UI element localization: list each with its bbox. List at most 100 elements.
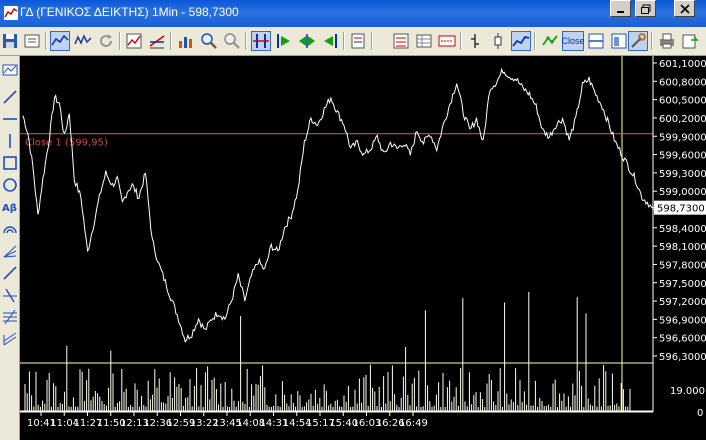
toolbar-separator (343, 32, 345, 50)
mini-chart-icon (2, 64, 18, 76)
refresh-icon (100, 34, 112, 47)
rectangle-icon (3, 156, 17, 170)
layout-button[interactable] (609, 31, 629, 51)
zoom-in-button[interactable] (199, 31, 219, 51)
price-series-line (22, 67, 662, 343)
zoom-out-icon (224, 33, 240, 49)
minimize-button[interactable] (610, 0, 631, 17)
drawing-tool-trendline[interactable] (1, 88, 19, 106)
play-pair-button[interactable] (297, 31, 317, 51)
trend-icon (542, 35, 558, 46)
ohlc-button[interactable] (488, 31, 508, 51)
toolbar-separator (45, 32, 47, 50)
trend-button[interactable] (540, 31, 560, 51)
close-reference-label: Close 1 (599,95) (25, 138, 108, 149)
fan-icon (3, 245, 17, 258)
toolbar-separator (371, 32, 373, 50)
toolbar-separator (534, 32, 536, 50)
ray-icon (3, 266, 17, 280)
drawing-tool-channel[interactable] (1, 286, 19, 304)
close-button[interactable]: Close (562, 31, 585, 51)
price-tick-label: 600,5000 (659, 96, 706, 107)
play-pair-icon (299, 34, 315, 48)
drawing-tool-ellipse[interactable] (1, 176, 19, 194)
toolbar-separator (651, 32, 653, 50)
price-tick-label: 600,2000 (659, 114, 706, 125)
drawing-tool-arc[interactable] (1, 220, 19, 238)
maximize-button[interactable] (635, 0, 656, 17)
volume-tick-label: 0 (697, 408, 703, 419)
close-window-button[interactable] (674, 0, 695, 17)
price-tick-label: 599,3000 (659, 169, 706, 180)
minimize-icon (616, 10, 624, 13)
price-tick-label: 596,9000 (659, 315, 706, 326)
crosshair-icon (253, 34, 269, 48)
crosshair-button[interactable] (251, 31, 271, 51)
drawing-tool-rectangle[interactable] (1, 154, 19, 172)
fib-button[interactable] (391, 31, 411, 51)
toolbar-separator (460, 32, 462, 50)
drawing-tool-text[interactable]: Aβ (1, 198, 19, 216)
zoom-out-button[interactable] (222, 31, 242, 51)
text-tool-icon: Aβ (2, 203, 17, 214)
window-title: ΓΔ (ΓΕΝΙΚΟΣ ΔΕΙΚΤΗΣ) 1Min - 598,7300 (20, 5, 239, 19)
drawing-tool-ray[interactable] (1, 264, 19, 282)
price-chart[interactable]: Close 1 (599,95) 601,1000 600,8000 600,500… (20, 56, 706, 440)
drawing-tool-vertical[interactable] (1, 132, 19, 150)
play-back-button[interactable] (320, 31, 340, 51)
save-icon (3, 34, 17, 48)
play-start-button[interactable] (274, 31, 294, 51)
gann-icon (3, 332, 17, 346)
drawing-tool-gann[interactable] (1, 330, 19, 348)
drawing-tool-chart[interactable] (1, 61, 19, 79)
title-bar: ΓΔ (ΓΕΝΙΚΟΣ ΔΕΙΚΤΗΣ) 1Min - 598,7300 (0, 0, 706, 27)
price-tick-label: 597,5000 (659, 279, 706, 290)
ohlc-icon (494, 33, 502, 49)
drawing-toolbar: Aβ (0, 56, 20, 440)
drawing-tool-fibonacci[interactable] (1, 308, 19, 326)
candle-chart-button[interactable] (73, 31, 93, 51)
fibonacci-icon (3, 309, 17, 325)
print-button[interactable] (657, 31, 677, 51)
chart-type-button[interactable] (124, 31, 144, 51)
grid-button[interactable] (414, 31, 434, 51)
settings-button[interactable] (628, 31, 648, 51)
vertical-line-icon (9, 134, 11, 148)
chart-area[interactable]: Close 1 (599,95) 601,1000 600,8000 600,500… (20, 56, 706, 440)
toolbar-separator (245, 32, 247, 50)
restore-icon (640, 4, 650, 14)
chart-type-icon (126, 33, 142, 49)
svg-text:Aβ: Aβ (2, 203, 17, 214)
refresh-button[interactable] (96, 31, 116, 51)
volume-button[interactable] (176, 31, 196, 51)
toolbar-separator (170, 32, 172, 50)
export-icon (682, 34, 699, 49)
chart-toolbar: Close (0, 27, 706, 56)
export-button[interactable] (680, 31, 700, 51)
value-button[interactable] (437, 31, 457, 51)
split-button[interactable] (586, 31, 606, 51)
fib-icon (393, 33, 409, 49)
line-chart-button[interactable] (50, 31, 70, 51)
play-back-icon (324, 34, 337, 48)
channel-icon (3, 288, 17, 303)
properties-button[interactable] (22, 31, 42, 51)
linechart-button[interactable] (511, 31, 531, 51)
trendline-icon (3, 90, 17, 104)
calc-button[interactable] (348, 31, 368, 51)
save-button[interactable] (0, 31, 20, 51)
candle-chart-icon (74, 34, 92, 45)
calc-icon (351, 33, 365, 49)
zoom-in-icon (201, 33, 217, 49)
drawing-tool-fan[interactable] (1, 242, 19, 260)
drawing-tool-horizontal[interactable] (1, 110, 19, 128)
print-icon (660, 33, 674, 49)
price-tick-label: 598,4000 (659, 224, 706, 235)
tick-button[interactable] (465, 31, 485, 51)
bar-volume-icon (179, 37, 192, 48)
current-value-label: 598,7300 (657, 204, 705, 215)
price-tick-label: 600,8000 (659, 77, 706, 88)
indicator-button[interactable] (147, 31, 167, 51)
price-tick-label: 599,0000 (659, 187, 706, 198)
line-chart-icon (51, 34, 69, 46)
